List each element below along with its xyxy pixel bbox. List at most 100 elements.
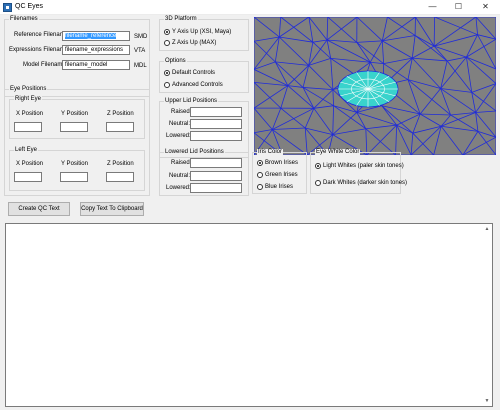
lower-lid-legend: Lowered Lid Positions bbox=[164, 149, 225, 156]
mesh-edge bbox=[330, 58, 334, 90]
right-z-input[interactable] bbox=[106, 122, 134, 132]
brown-irises-label[interactable]: Brown Irises bbox=[265, 160, 298, 167]
z-axis-up-label[interactable]: Z Axis Up (MAX) bbox=[172, 40, 216, 47]
filenames-legend: Filenames bbox=[9, 16, 39, 23]
blue-irises-label[interactable]: Blue Irises bbox=[265, 184, 293, 191]
light-whites-label[interactable]: Light Whites (paler skin tones) bbox=[323, 163, 404, 170]
mesh-edge bbox=[471, 92, 496, 112]
mesh-edge bbox=[462, 136, 496, 155]
y-axis-up-label[interactable]: Y Axis Up (XSI, Maya) bbox=[172, 29, 231, 36]
create-qc-text-button[interactable]: Create QC Text bbox=[8, 202, 70, 216]
mesh-edge bbox=[410, 133, 414, 155]
default-controls-label[interactable]: Default Controls bbox=[172, 70, 215, 77]
mesh-edge bbox=[313, 105, 334, 109]
advanced-controls-label[interactable]: Advanced Controls bbox=[172, 82, 223, 89]
mesh-edge bbox=[332, 89, 334, 106]
lower-lowered-input[interactable] bbox=[190, 183, 242, 193]
model-ext-label: MDL bbox=[134, 63, 147, 69]
lower-lowered-label: Lowered: bbox=[166, 185, 191, 191]
mesh-edge bbox=[434, 17, 478, 36]
close-button[interactable]: ✕ bbox=[473, 0, 498, 14]
mesh-edge bbox=[369, 40, 383, 63]
mesh-edge bbox=[477, 34, 496, 40]
dark-whites-radio[interactable] bbox=[315, 180, 321, 186]
upper-neutral-input[interactable] bbox=[190, 119, 242, 129]
options-legend: Options bbox=[164, 58, 187, 65]
minimize-button[interactable]: — bbox=[420, 0, 445, 14]
advanced-controls-radio[interactable] bbox=[164, 82, 170, 88]
left-eye-legend: Left Eye bbox=[14, 147, 39, 154]
mesh-edge bbox=[275, 61, 309, 66]
lower-neutral-label: Neutral: bbox=[169, 173, 191, 179]
upper-raised-label: Raised: bbox=[171, 109, 192, 115]
green-irises-label[interactable]: Green Irises bbox=[265, 172, 298, 179]
mesh-edge bbox=[419, 113, 442, 127]
mesh-edge bbox=[312, 39, 328, 43]
left-z-input[interactable] bbox=[106, 172, 134, 182]
mesh-edge bbox=[477, 34, 496, 70]
left-x-label: X Position bbox=[16, 161, 44, 167]
mesh-edge bbox=[414, 35, 435, 47]
reference-ext-label: SMD bbox=[134, 34, 148, 40]
upper-raised-input[interactable] bbox=[190, 107, 242, 117]
expressions-filename-label: Expressions Filename: bbox=[9, 47, 70, 53]
mesh-edge bbox=[471, 92, 476, 113]
3d-viewport[interactable] bbox=[254, 17, 496, 155]
mesh-edge bbox=[441, 125, 478, 132]
qc-output-textarea[interactable]: ▲ ▼ bbox=[5, 223, 493, 407]
scroll-up-arrow-icon[interactable]: ▲ bbox=[482, 224, 492, 234]
upper-neutral-label: Neutral: bbox=[169, 121, 191, 127]
mesh-edge bbox=[475, 110, 496, 113]
eye-positions-legend: Eye Positions bbox=[9, 86, 48, 93]
right-y-input[interactable] bbox=[60, 122, 88, 132]
lower-raised-input[interactable] bbox=[190, 158, 242, 168]
lower-neutral-input[interactable] bbox=[190, 171, 242, 181]
mesh-edge bbox=[415, 17, 435, 47]
main-panel: Filenames Reference Filename: filename_r… bbox=[0, 15, 500, 410]
title-bar[interactable]: QC Eyes — ☐ ✕ bbox=[0, 0, 500, 15]
mesh-edge bbox=[254, 129, 273, 134]
maximize-button[interactable]: ☐ bbox=[446, 0, 471, 14]
mesh-edge bbox=[382, 40, 413, 59]
mesh-edge bbox=[308, 65, 334, 90]
mesh-edge bbox=[287, 85, 315, 109]
mesh-edge bbox=[382, 35, 416, 42]
expressions-ext-label: VTA bbox=[134, 48, 146, 54]
brown-irises-radio[interactable] bbox=[257, 160, 263, 166]
mesh-edge bbox=[420, 113, 451, 116]
mesh-edge bbox=[440, 126, 464, 155]
dark-whites-label[interactable]: Dark Whites (darker skin tones) bbox=[323, 180, 407, 187]
window-title: QC Eyes bbox=[15, 3, 44, 10]
mesh-edge bbox=[302, 65, 310, 88]
light-whites-radio[interactable] bbox=[315, 163, 321, 169]
mesh-edge bbox=[304, 108, 315, 129]
mesh-edge bbox=[333, 105, 367, 130]
mesh-edge bbox=[366, 124, 397, 155]
model-filename-input[interactable]: filename_model bbox=[62, 60, 130, 70]
default-controls-radio[interactable] bbox=[164, 70, 170, 76]
reference-filename-input[interactable]: filename_reference bbox=[62, 31, 130, 41]
mesh-edge bbox=[280, 85, 289, 109]
mesh-edge bbox=[254, 85, 289, 109]
blue-irises-radio[interactable] bbox=[257, 184, 263, 190]
left-x-input[interactable] bbox=[14, 172, 42, 182]
y-axis-up-radio[interactable] bbox=[164, 29, 170, 35]
iris-color-legend: Iris Color bbox=[257, 149, 284, 156]
mesh-edge bbox=[280, 17, 314, 43]
right-x-input[interactable] bbox=[14, 122, 42, 132]
mesh-edge bbox=[313, 89, 334, 109]
scroll-down-arrow-icon[interactable]: ▼ bbox=[482, 396, 492, 406]
mesh-edge bbox=[411, 35, 416, 59]
expressions-filename-input[interactable]: filename_expressions bbox=[62, 45, 130, 55]
z-axis-up-radio[interactable] bbox=[164, 40, 170, 46]
right-eye-group: Right Eye bbox=[9, 96, 145, 139]
upper-lowered-input[interactable] bbox=[190, 131, 242, 141]
eye-white-legend: Eye White Color bbox=[315, 149, 361, 156]
mesh-edge bbox=[382, 17, 416, 42]
green-irises-radio[interactable] bbox=[257, 172, 263, 178]
mesh-edge bbox=[412, 57, 448, 62]
mesh-edge bbox=[302, 87, 333, 91]
copy-to-clipboard-button[interactable]: Copy Text To Clipboard bbox=[80, 202, 144, 216]
right-y-label: Y Position bbox=[61, 111, 88, 117]
left-y-input[interactable] bbox=[60, 172, 88, 182]
